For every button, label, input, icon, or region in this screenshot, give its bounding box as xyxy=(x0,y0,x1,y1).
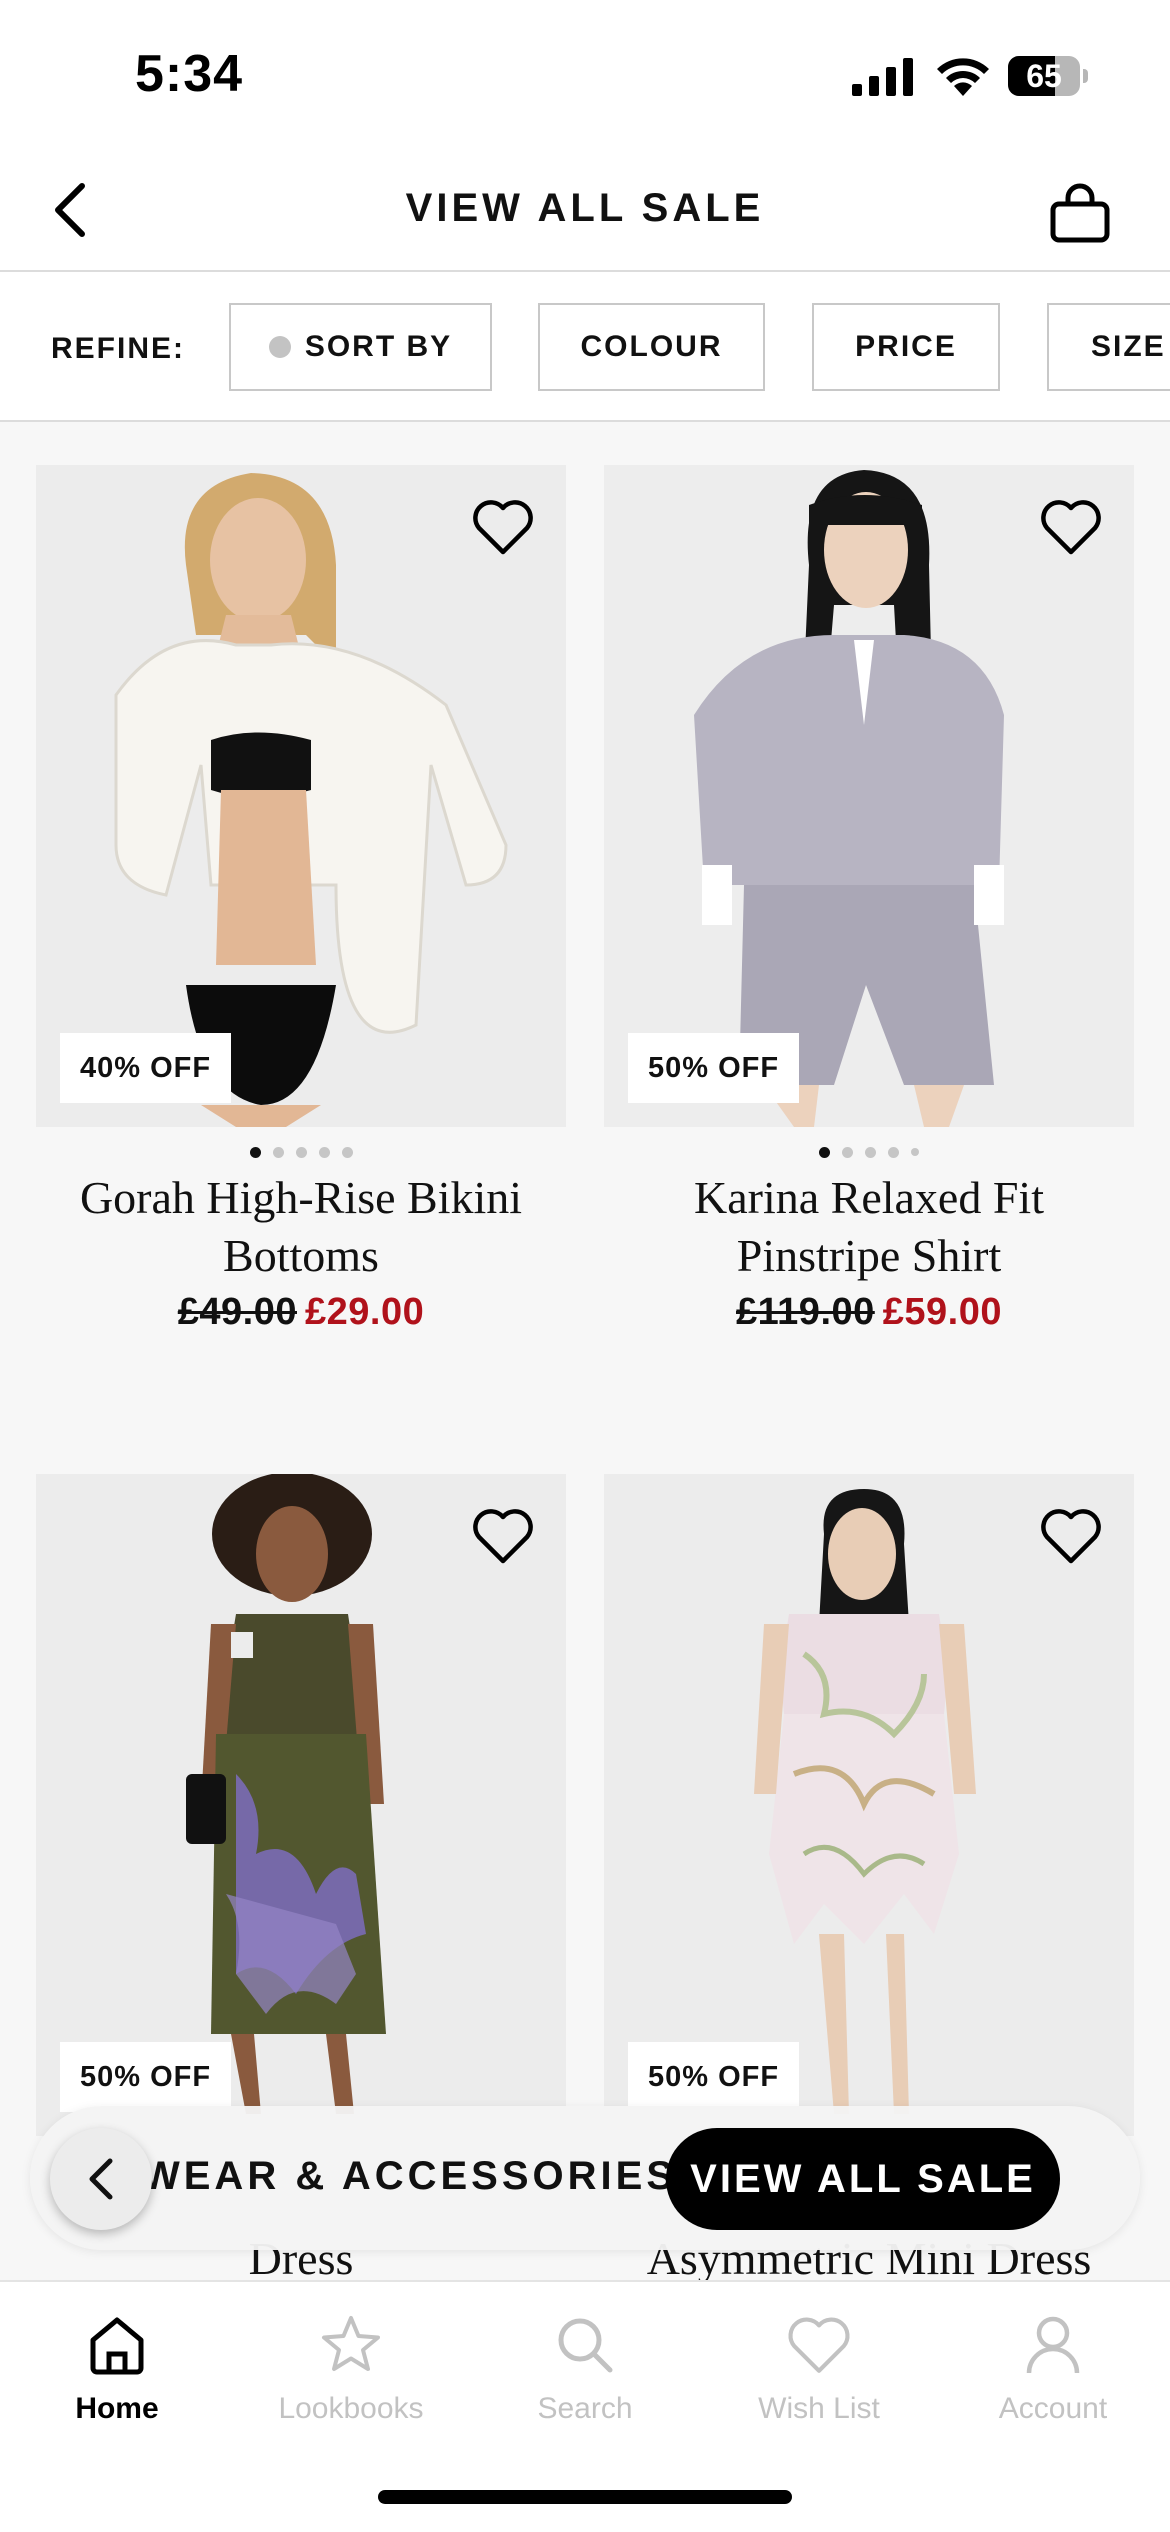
category-pill-previous[interactable]: WEAR & ACCESSORIES xyxy=(142,2154,677,2199)
wishlist-button[interactable] xyxy=(1036,495,1106,559)
tab-label: Home xyxy=(75,2392,159,2425)
product-photo-maxi-dress xyxy=(36,1474,566,2136)
heart-icon xyxy=(788,2317,850,2373)
image-carousel-dots xyxy=(36,1145,566,1159)
sort-by-label: SORT BY xyxy=(304,330,453,363)
carousel-dot xyxy=(842,1146,853,1158)
home-icon xyxy=(90,2317,144,2375)
shopping-bag-icon xyxy=(1050,183,1110,243)
product-card[interactable]: 50% OFF xyxy=(36,1474,566,2136)
carousel-dot xyxy=(272,1146,284,1158)
product-card[interactable]: 50% OFF Karina Relaxed Fit Pinstripe Shi… xyxy=(604,465,1134,1334)
discount-badge: 50% OFF xyxy=(628,2042,800,2112)
heart-icon xyxy=(473,500,533,555)
product-name-line: Gorah High-Rise Bikini xyxy=(79,1172,523,1223)
refine-bar: REFINE: SORT BY COLOUR PRICE SIZE xyxy=(0,272,1170,422)
product-image[interactable]: 50% OFF xyxy=(36,1474,566,2136)
carousel-dot xyxy=(341,1146,353,1158)
tab-label: Account xyxy=(998,2392,1108,2425)
product-name[interactable]: Gorah High-Rise Bikini Bottoms xyxy=(36,1169,566,1285)
heart-icon xyxy=(1041,500,1101,555)
wishlist-button[interactable] xyxy=(1036,1504,1106,1568)
wishlist-button[interactable] xyxy=(468,495,538,559)
carousel-dot xyxy=(819,1146,830,1158)
star-icon xyxy=(322,2316,380,2371)
heart-icon xyxy=(473,1509,533,1564)
header: VIEW ALL SALE xyxy=(0,150,1170,272)
sale-price: £29.00 xyxy=(305,1291,425,1333)
price-row: £49.00 £29.00 xyxy=(36,1291,566,1334)
size-filter-button[interactable]: SIZE xyxy=(1047,303,1170,391)
sort-indicator-icon xyxy=(268,336,291,358)
status-bar: 5:34 65 xyxy=(0,0,1170,150)
carousel-dot xyxy=(888,1146,899,1158)
shopping-bag-button[interactable] xyxy=(1040,174,1120,254)
tab-home[interactable]: Home xyxy=(0,2310,234,2426)
heart-icon xyxy=(1041,1509,1101,1564)
category-pill-bar: WEAR & ACCESSORIES VIEW ALL SALE xyxy=(30,2106,1140,2250)
product-image[interactable]: 50% OFF xyxy=(604,465,1134,1127)
carousel-dot xyxy=(318,1146,330,1158)
sale-price: £59.00 xyxy=(882,1291,1002,1333)
discount-badge: 50% OFF xyxy=(60,2042,232,2112)
carousel-dot xyxy=(295,1146,307,1158)
wishlist-button[interactable] xyxy=(468,1504,538,1568)
colour-filter-button[interactable]: COLOUR xyxy=(538,303,765,391)
page-title: VIEW ALL SALE xyxy=(405,186,765,230)
price-filter-label: PRICE xyxy=(855,330,957,363)
tab-search[interactable]: Search xyxy=(468,2310,702,2426)
chevron-left-icon xyxy=(89,2158,113,2200)
carousel-dot xyxy=(911,1148,919,1156)
product-image[interactable]: 40% OFF xyxy=(36,465,566,1127)
discount-badge: 50% OFF xyxy=(628,1033,800,1103)
product-card[interactable]: 40% OFF Gorah High-Rise Bikini Bottoms £… xyxy=(36,465,566,1334)
category-pill-active[interactable]: VIEW ALL SALE xyxy=(666,2128,1060,2230)
product-photo-mini-dress xyxy=(604,1474,1134,2136)
tab-label: Search xyxy=(537,2392,633,2425)
status-time: 5:34 xyxy=(135,45,244,103)
carousel-dot xyxy=(249,1146,261,1158)
price-row: £119.00 £59.00 xyxy=(604,1291,1134,1334)
product-name[interactable]: Karina Relaxed Fit Pinstripe Shirt xyxy=(604,1169,1134,1285)
tab-label: Wish List xyxy=(758,2392,880,2425)
product-image[interactable]: 50% OFF xyxy=(604,1474,1134,2136)
cellular-signal-icon xyxy=(852,58,913,96)
image-carousel-dots xyxy=(604,1145,1134,1159)
product-name-line: Bottoms xyxy=(223,1230,379,1281)
person-icon xyxy=(1026,2316,1080,2374)
tab-label: Lookbooks xyxy=(278,2392,424,2425)
tab-lookbooks[interactable]: Lookbooks xyxy=(234,2310,468,2426)
carousel-dot xyxy=(865,1146,876,1158)
product-card[interactable]: 50% OFF xyxy=(604,1474,1134,2136)
product-photo-bikini xyxy=(36,465,566,1127)
home-indicator xyxy=(378,2490,792,2504)
original-price: £49.00 xyxy=(177,1291,297,1333)
product-photo-shirt xyxy=(604,465,1134,1127)
sort-by-button[interactable]: SORT BY xyxy=(229,303,492,391)
wifi-icon xyxy=(937,58,989,96)
category-back-button[interactable] xyxy=(50,2128,152,2230)
battery-percentage: 65 xyxy=(1026,58,1062,94)
refine-label: REFINE: xyxy=(51,332,185,365)
product-name-line: Karina Relaxed Fit xyxy=(693,1172,1044,1223)
tab-account[interactable]: Account xyxy=(936,2310,1170,2426)
price-filter-button[interactable]: PRICE xyxy=(812,303,1000,391)
colour-filter-label: COLOUR xyxy=(580,330,723,363)
tab-wish-list[interactable]: Wish List xyxy=(702,2310,936,2426)
original-price: £119.00 xyxy=(736,1291,875,1333)
discount-badge: 40% OFF xyxy=(60,1033,232,1103)
battery-icon: 65 xyxy=(1008,56,1088,96)
search-icon xyxy=(558,2318,613,2373)
product-name-line: Pinstripe Shirt xyxy=(736,1230,1002,1281)
size-filter-label: SIZE xyxy=(1091,330,1166,363)
